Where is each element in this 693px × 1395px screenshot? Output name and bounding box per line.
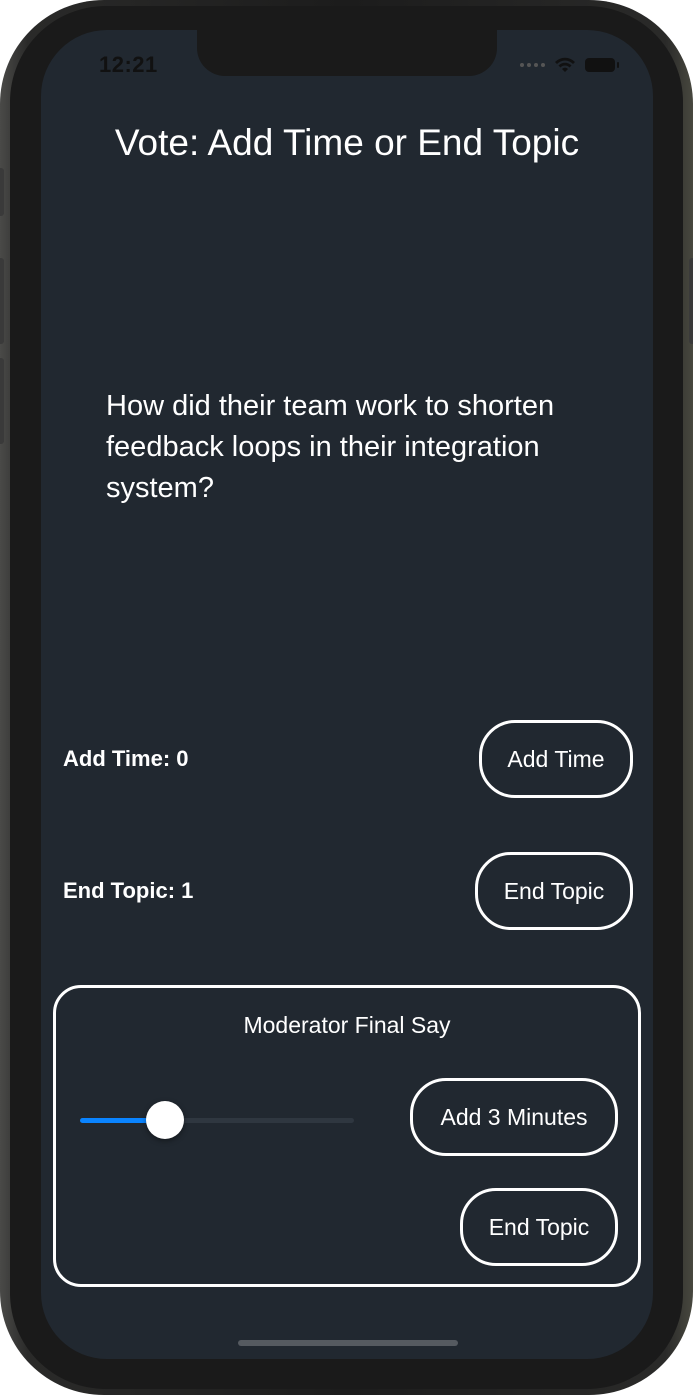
home-indicator[interactable] (238, 1340, 458, 1346)
cellular-signal-icon (520, 63, 545, 67)
notch (197, 30, 497, 76)
status-icons (520, 56, 619, 74)
add-time-button[interactable]: Add Time (479, 720, 633, 798)
phone-frame: 12:21 Vote: Add Time or End Topic How di… (0, 0, 693, 1395)
moderator-slider[interactable] (80, 1101, 354, 1139)
add-time-row: Add Time: 0 Add Time (63, 720, 633, 798)
moderator-title: Moderator Final Say (243, 1012, 451, 1038)
battery-icon (585, 58, 619, 72)
power-button (689, 258, 693, 344)
end-topic-button[interactable]: End Topic (475, 852, 633, 930)
end-topic-count-label: End Topic: 1 (63, 878, 194, 903)
volume-down-button (0, 358, 4, 444)
add-time-count-label: Add Time: 0 (63, 746, 189, 771)
status-time: 12:21 (99, 52, 158, 77)
slider-thumb[interactable] (145, 1101, 184, 1139)
screen: 12:21 Vote: Add Time or End Topic How di… (41, 30, 653, 1359)
end-topic-row: End Topic: 1 End Topic (63, 852, 633, 930)
topic-question: How did their team work to shorten feedb… (106, 390, 555, 504)
moderator-panel: Moderator Final Say Add 3 Minutes End To… (53, 985, 641, 1287)
moderator-end-topic-button[interactable]: End Topic (460, 1188, 618, 1266)
add-3-minutes-button[interactable]: Add 3 Minutes (410, 1078, 618, 1156)
mute-switch (0, 168, 4, 216)
volume-up-button (0, 258, 4, 344)
page-title: Vote: Add Time or End Topic (114, 122, 580, 163)
wifi-icon (555, 57, 575, 72)
